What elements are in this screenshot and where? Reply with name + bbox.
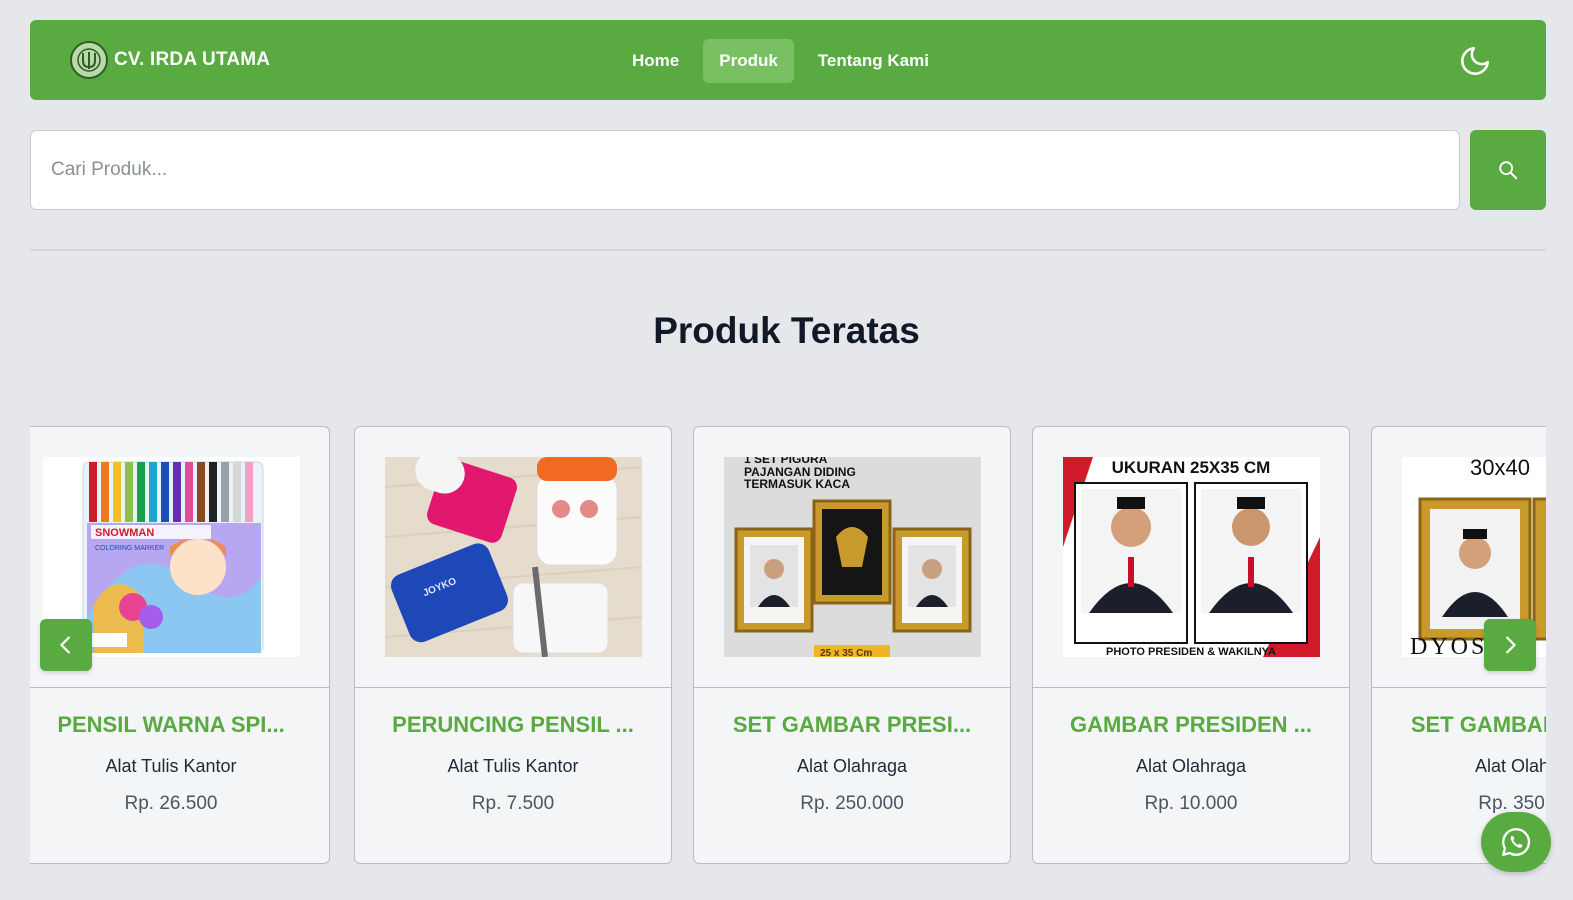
product-name[interactable]: PENSIL WARNA SPI... [30,712,329,738]
product-image-label: COLORING MARKER [95,545,164,552]
card-divider [694,687,1010,688]
card-divider [355,687,671,688]
moon-icon [1461,46,1490,75]
section-title: Produk Teratas [653,310,920,351]
product-card[interactable]: 1 SET PIGURA PAJANGAN DIDING TERMASUK KA… [693,426,1011,864]
search-input[interactable] [30,130,1460,210]
product-name[interactable]: PERUNCING PENSIL ... [355,712,671,738]
product-image-label: DYOS [1410,634,1487,657]
product-price: Rp. 10.000 [1144,793,1238,814]
brand-name: CV. IRDA UTAMA [114,49,271,70]
product-name[interactable]: GAMBAR PRESIDEN ... [1033,712,1349,738]
whatsapp-icon [1502,828,1531,856]
product-image-label: 25 x 35 Cm [820,648,872,657]
chevron-right-icon [1506,636,1516,654]
product-category: Alat Olahraga [1135,756,1247,776]
chevron-left-icon [60,636,70,654]
product-name[interactable]: SET GAMBAR PRESI... [694,712,1010,738]
whatsapp-button[interactable] [1481,812,1551,872]
product-card[interactable]: UKURAN 25X35 CM PHOTO PRESIDEN & WAKILNY… [1032,426,1350,864]
product-image-label: TERMASUK KACA [744,477,850,491]
brand-logo-icon [70,41,108,79]
product-name[interactable]: SET GAMBAR PRESI... [1372,712,1546,738]
divider [30,249,1546,251]
product-price: Rp. 26.500 [124,793,218,814]
product-category: Alat Olahraga [796,756,908,776]
product-image-label: SNOWMAN [95,527,154,539]
card-divider [30,687,329,688]
card-divider [1372,687,1546,688]
product-card[interactable]: JOYKO PERUNCING PENSIL ... Alat Tulis Ka… [354,426,672,864]
carousel-next-button[interactable] [1484,619,1536,671]
navbar: CV. IRDA UTAMA Home Produk Tentang Kami [30,20,1546,100]
product-carousel: SNOWMAN COLORING MARKER PENSIL WARNA SPI… [30,425,1546,865]
nav-produk[interactable]: Produk [703,38,794,83]
product-image: JOYKO [385,457,642,657]
product-category: Alat Olahraga [1474,756,1546,776]
nav-tentang-kami[interactable]: Tentang Kami [802,39,945,83]
product-image-label: PHOTO PRESIDEN & WAKILNYA [1106,646,1276,657]
product-image-label: 30x40 [1470,457,1530,480]
carousel-prev-button[interactable] [40,619,92,671]
product-image: UKURAN 25X35 CM PHOTO PRESIDEN & WAKILNY… [1063,457,1320,657]
product-image: 1 SET PIGURA PAJANGAN DIDING TERMASUK KA… [724,457,981,657]
brand[interactable]: CV. IRDA UTAMA [70,41,270,79]
product-price: Rp. 250.000 [800,793,904,814]
theme-toggle-button[interactable] [1456,42,1494,80]
product-category: Alat Tulis Kantor [105,756,237,776]
search-icon [1499,161,1518,180]
nav-links: Home Produk Tentang Kami [616,38,945,83]
product-price: Rp. 7.500 [471,793,555,814]
nav-home[interactable]: Home [616,39,695,83]
card-divider [1033,687,1349,688]
product-category: Alat Tulis Kantor [447,756,579,776]
search-button[interactable] [1470,130,1546,210]
product-image-label: UKURAN 25X35 CM [1112,458,1271,477]
